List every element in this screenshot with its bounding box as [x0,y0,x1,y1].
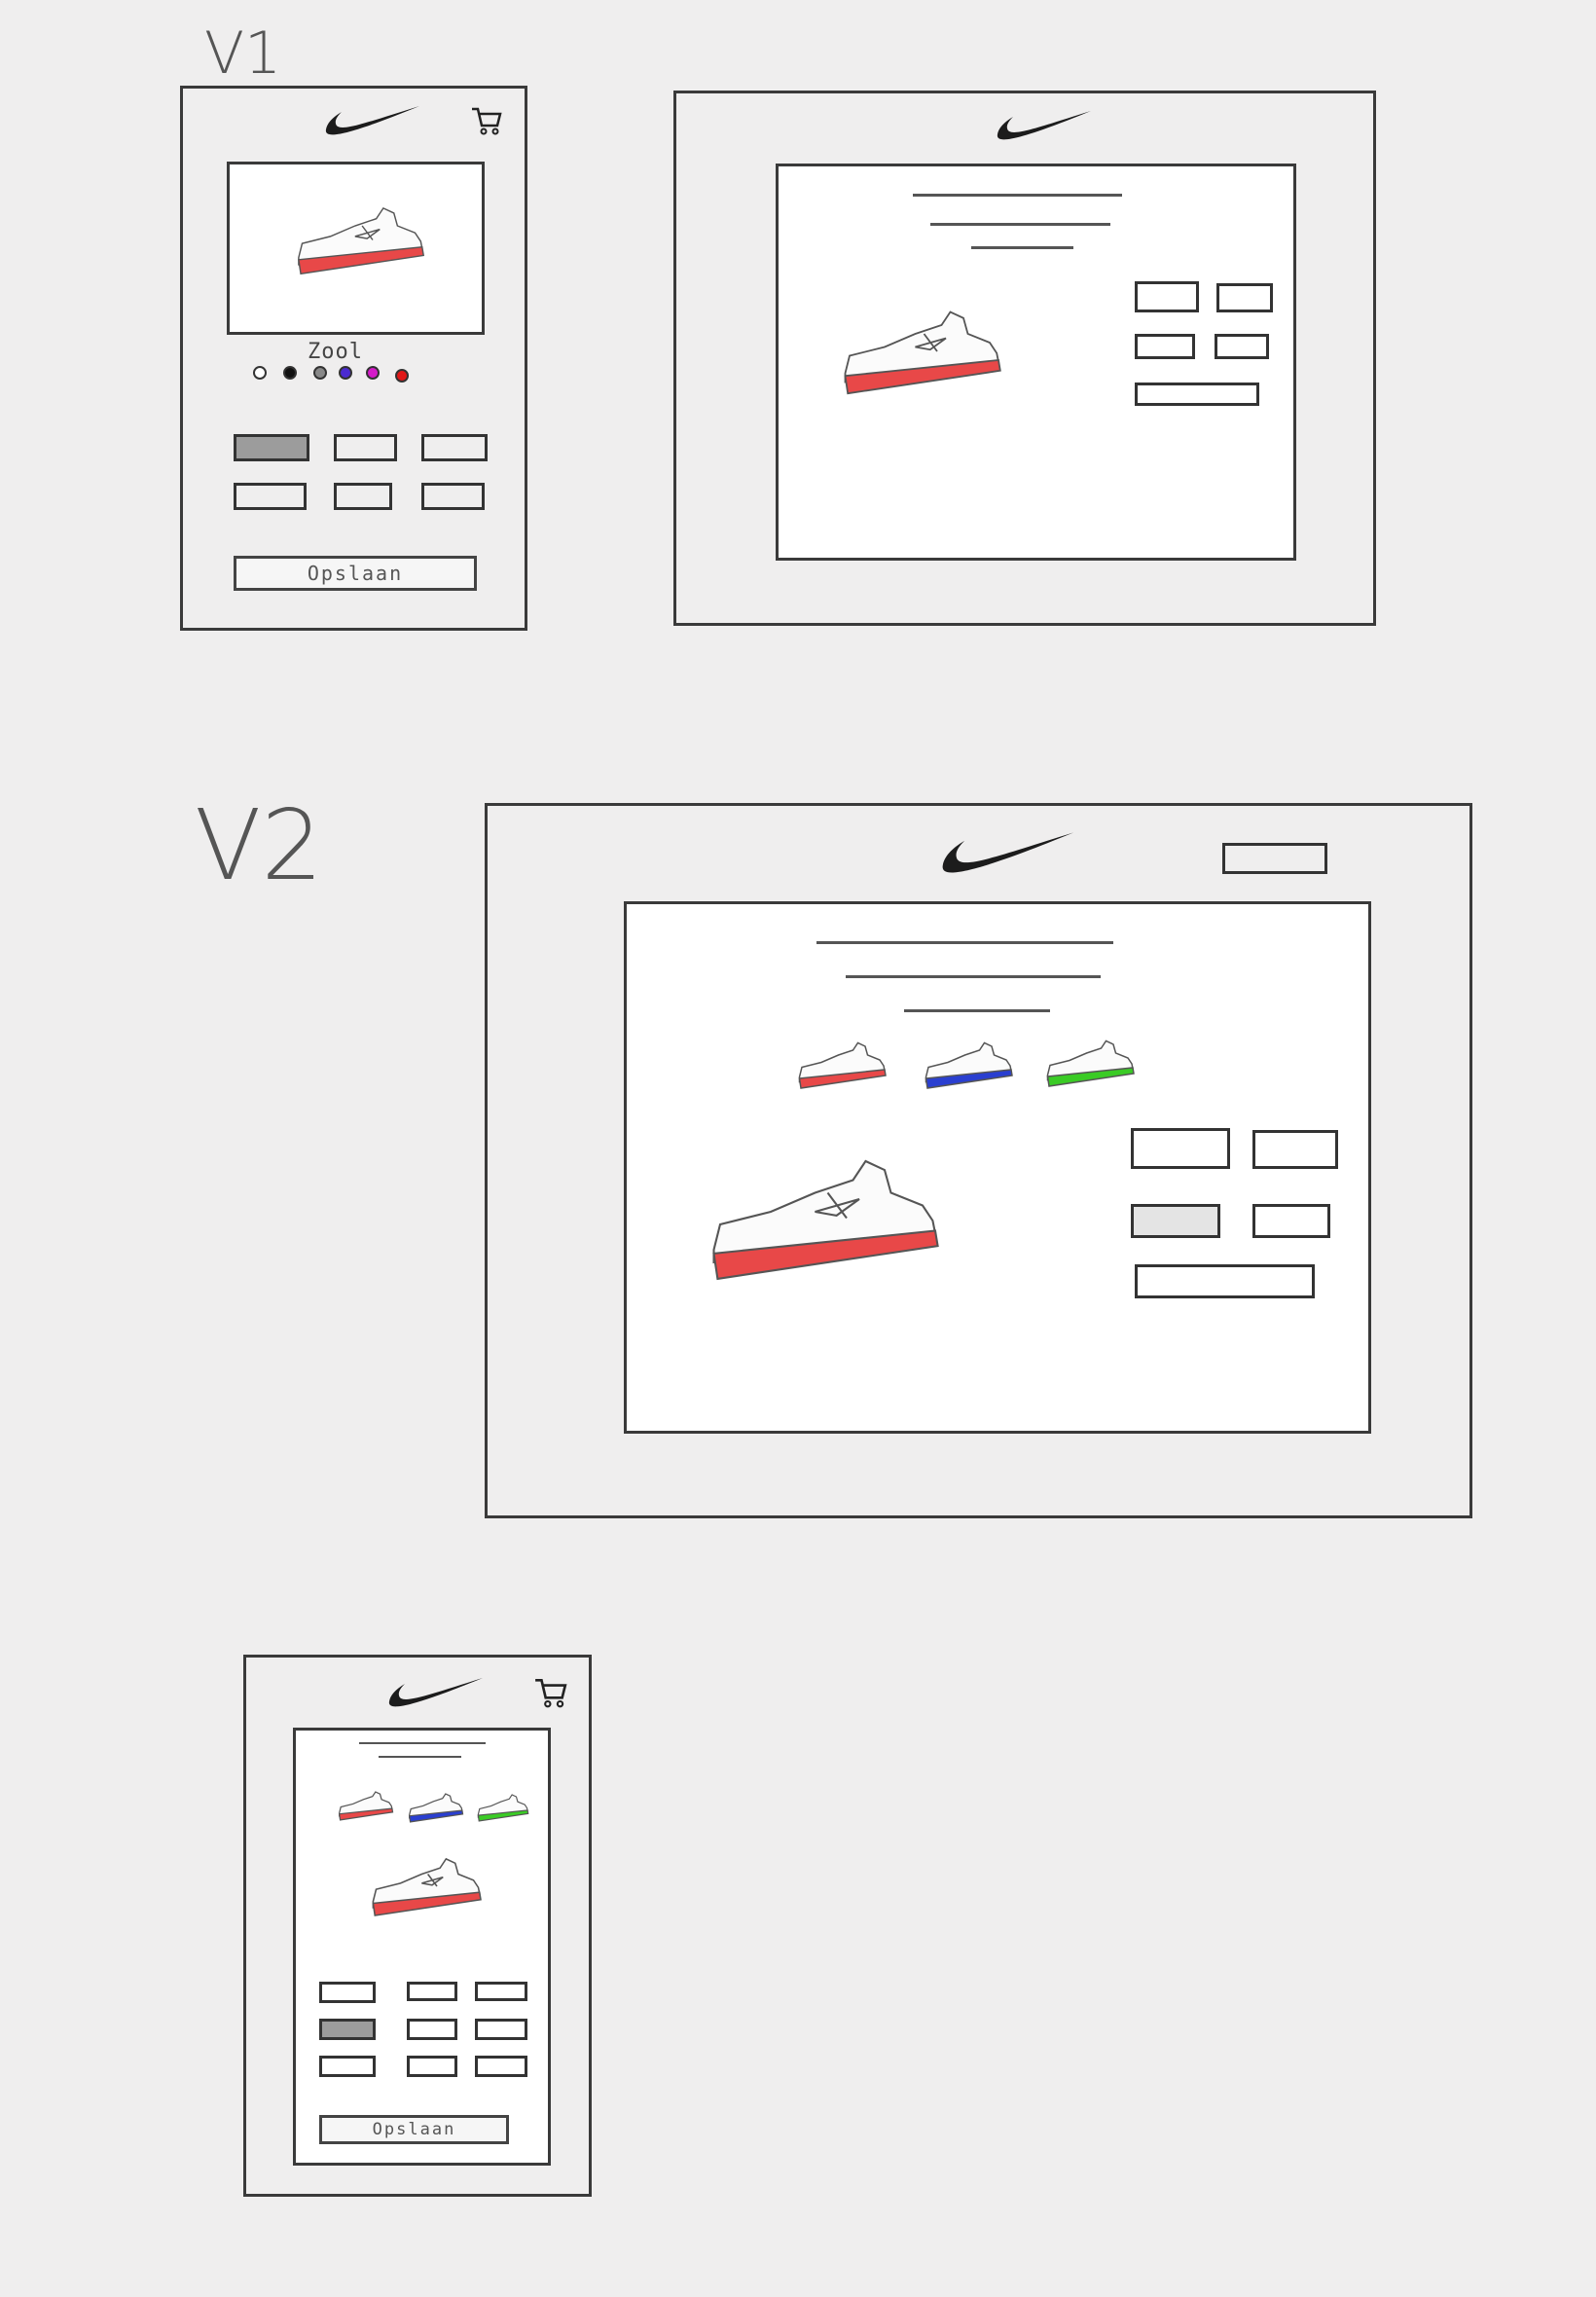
shoe-image [364,1842,486,1930]
option-box[interactable] [1131,1128,1230,1169]
subheading-line [846,975,1101,978]
nike-swoosh-icon [324,100,421,139]
cart-icon[interactable] [533,1675,568,1710]
shoe-image [288,194,429,286]
option-box[interactable] [319,2056,376,2077]
configurator-panel [624,901,1371,1434]
v2-desktop-frame [485,803,1472,1518]
save-button[interactable]: Opslaan [319,2115,509,2144]
subheading-line [904,1009,1050,1012]
shoe-variant-blue[interactable] [405,1786,465,1829]
option-box[interactable] [475,1982,527,2001]
option-box[interactable] [1215,334,1269,359]
shoe-variant-green[interactable] [474,1786,530,1829]
color-swatch-grey[interactable] [313,366,327,380]
option-box[interactable] [407,2019,457,2040]
shoe-variant-blue[interactable] [919,1031,1016,1099]
color-swatch-red[interactable] [395,369,409,383]
heading-line [359,1742,486,1744]
nike-swoosh-icon [940,823,1076,880]
option-box[interactable] [407,2056,457,2077]
subheading-line [379,1756,461,1758]
cart-icon[interactable] [470,104,503,137]
configurator-panel: Opslaan [293,1728,551,2166]
sole-color-label: Zool [308,340,363,364]
option-box[interactable] [234,483,307,510]
color-swatch-purple[interactable] [339,366,352,380]
save-button[interactable] [1135,1264,1315,1298]
option-box[interactable] [421,483,485,510]
save-button[interactable]: Opslaan [234,556,477,591]
option-box-selected[interactable] [1131,1204,1220,1238]
color-swatch-white[interactable] [253,366,267,380]
heading-line [816,941,1113,944]
option-box[interactable] [334,434,397,461]
v2-mobile-frame: Opslaan [243,1655,592,2197]
configurator-panel [776,164,1296,561]
option-box-selected[interactable] [319,2019,376,2040]
shoe-image [832,293,1007,410]
option-box[interactable] [334,483,392,510]
option-box[interactable] [319,1982,376,2003]
header-button[interactable] [1222,843,1327,874]
save-button[interactable] [1135,383,1259,406]
option-box[interactable] [475,2019,527,2040]
option-box[interactable] [1252,1130,1338,1169]
option-box[interactable] [1135,334,1195,359]
color-swatch-magenta[interactable] [366,366,380,380]
option-box[interactable] [1252,1204,1330,1238]
v1-label: V1 [204,19,282,88]
subheading-line [930,223,1110,226]
v2-label: V2 [195,788,324,902]
shoe-image [695,1138,948,1298]
nike-swoosh-icon [387,1672,485,1711]
v1-desktop-frame [673,91,1376,626]
option-box-selected[interactable] [234,434,309,461]
subheading-line [971,246,1073,249]
shoe-variant-red[interactable] [335,1784,395,1827]
option-box[interactable] [1135,281,1199,312]
v1-mobile-frame: Zool Opslaan [180,86,527,631]
option-box[interactable] [421,434,488,461]
option-box[interactable] [407,1982,457,2001]
shoe-variant-red[interactable] [792,1031,889,1099]
option-box[interactable] [1216,283,1273,312]
color-swatch-black[interactable] [283,366,297,380]
shoe-variant-green[interactable] [1040,1029,1138,1097]
shoe-preview-panel [227,162,485,335]
heading-line [913,194,1122,197]
nike-swoosh-icon [996,105,1093,144]
option-box[interactable] [475,2056,527,2077]
